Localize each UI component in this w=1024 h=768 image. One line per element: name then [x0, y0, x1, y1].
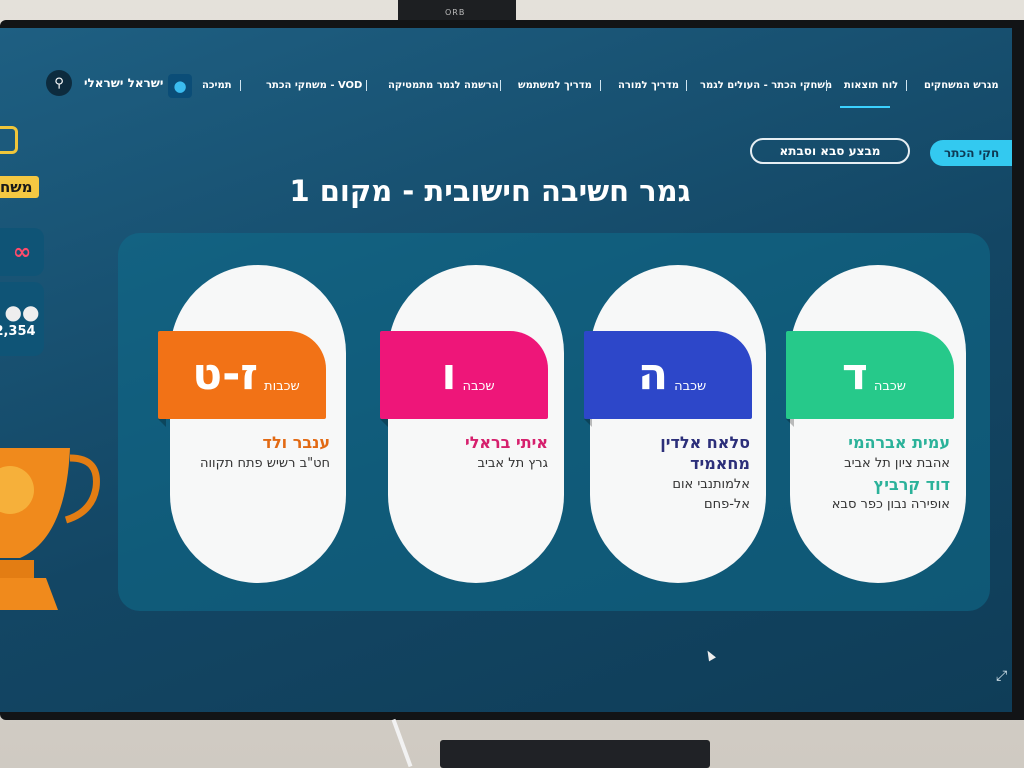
screen: ⚲ ישראל ישראלי ● תמיכה משחקי הכתר - VOD … [0, 28, 1012, 712]
grade-letter: ה [637, 349, 669, 400]
nav-divider [366, 80, 367, 91]
winner-school: אופירה נבון כפר סבא [831, 497, 950, 513]
nav-divider [500, 80, 501, 91]
nav-divider [240, 80, 241, 91]
nav-divider [686, 80, 687, 91]
page-title: גמר חשיבה חישובית - מקום 1 [289, 174, 691, 208]
grade-ribbon: שכבה ד [786, 331, 954, 419]
infinity-icon[interactable]: ∞ [0, 228, 44, 276]
brand-logo-text: משח [0, 176, 39, 198]
participants-count: 2,354 [0, 323, 36, 339]
winner-card-grade-5: שכבה ה סלאח אלדין מחאמיד אלמותנבי אום אל… [584, 265, 766, 583]
winner-school: גרץ תל אביב [477, 455, 548, 471]
fullscreen-icon[interactable]: ⤢ [996, 668, 1007, 684]
grade-word: שכבות [264, 378, 300, 394]
mouse-cursor-icon [704, 648, 716, 662]
camera-label: ORB [445, 8, 466, 17]
winner-name: איתי בראלי [465, 433, 548, 452]
nav-divider [906, 80, 907, 91]
crown-logo-icon [0, 126, 18, 154]
user-avatar-icon[interactable]: ● [168, 74, 192, 98]
grade-ribbon: שכבה ו [380, 331, 548, 419]
nav-item-vod[interactable]: משחקי הכתר - VOD [266, 80, 362, 91]
winner-school: חט"ב רשיש פתח תקווה [200, 455, 330, 471]
nav-item-user-guide[interactable]: מדריך למשתמש [518, 80, 592, 91]
winner-details: עמית אברהמי אהבת ציון תל אביב דוד קרביץ … [790, 433, 966, 516]
winner-name: סלאח אלדין מחאמיד [660, 433, 750, 473]
nav-item-playground[interactable]: מגרש המשחקים [924, 80, 999, 91]
winner-details: ענבר ולד חט"ב רשיש פתח תקווה [170, 433, 346, 475]
winners-panel: שכבות ז-ט ענבר ולד חט"ב רשיש פתח תקווה ש… [118, 233, 990, 611]
nav-item-results[interactable]: לוח תוצאות [844, 80, 898, 91]
winner-name: ענבר ולד [262, 433, 330, 452]
nav-item-teacher-guide[interactable]: מדריך למורה [618, 80, 679, 91]
winner-school: אלמותנבי אום אל-פחם [672, 476, 750, 513]
search-icon[interactable]: ⚲ [46, 70, 72, 96]
grandparents-campaign-button[interactable]: מבצע סבא וסבתא [750, 138, 910, 164]
grade-letter: ז-ט [192, 349, 259, 400]
nav-divider [826, 80, 827, 91]
winner-details: איתי בראלי גרץ תל אביב [388, 433, 564, 475]
nav-divider [600, 80, 601, 91]
active-tab-indicator [840, 106, 890, 108]
grade-word: שכבה [873, 378, 906, 394]
crown-games-button[interactable]: חקי הכתר [930, 140, 1012, 166]
nav-item-finalists[interactable]: משחקי הכתר - העולים לגמר [700, 80, 832, 91]
trophy-icon [0, 448, 100, 610]
grade-word: שכבה [462, 378, 495, 394]
grade-letter: ד [842, 349, 868, 400]
participants-stats: ●● 2,354 [0, 282, 44, 356]
winner-card-grade-6: שכבה ו איתי בראלי גרץ תל אביב [380, 265, 564, 583]
nav-item-math-registration[interactable]: הרשמה לגמר מתמטיקה [388, 80, 499, 91]
winner-details: סלאח אלדין מחאמיד אלמותנבי אום אל-פחם [590, 433, 766, 516]
winner-card-grade-4: שכבה ד עמית אברהמי אהבת ציון תל אביב דוד… [786, 265, 966, 583]
winner-name: דוד קרביץ [873, 474, 950, 494]
user-name[interactable]: ישראל ישראלי [84, 76, 163, 90]
nav-item-support[interactable]: תמיכה [202, 80, 232, 91]
tv-stand [440, 740, 710, 768]
winner-card-grade-7-9: שכבות ז-ט ענבר ולד חט"ב רשיש פתח תקווה [158, 265, 346, 583]
grade-word: שכבה [674, 378, 707, 394]
grade-ribbon: שכבה ה [584, 331, 752, 419]
top-navigation: ⚲ ישראל ישראלי ● תמיכה משחקי הכתר - VOD … [0, 46, 1012, 126]
grade-ribbon: שכבות ז-ט [158, 331, 326, 419]
grade-letter: ו [441, 349, 457, 400]
winner-school: אהבת ציון תל אביב [844, 455, 950, 471]
people-icon: ●● [4, 299, 40, 324]
winner-name: עמית אברהמי [848, 433, 950, 452]
